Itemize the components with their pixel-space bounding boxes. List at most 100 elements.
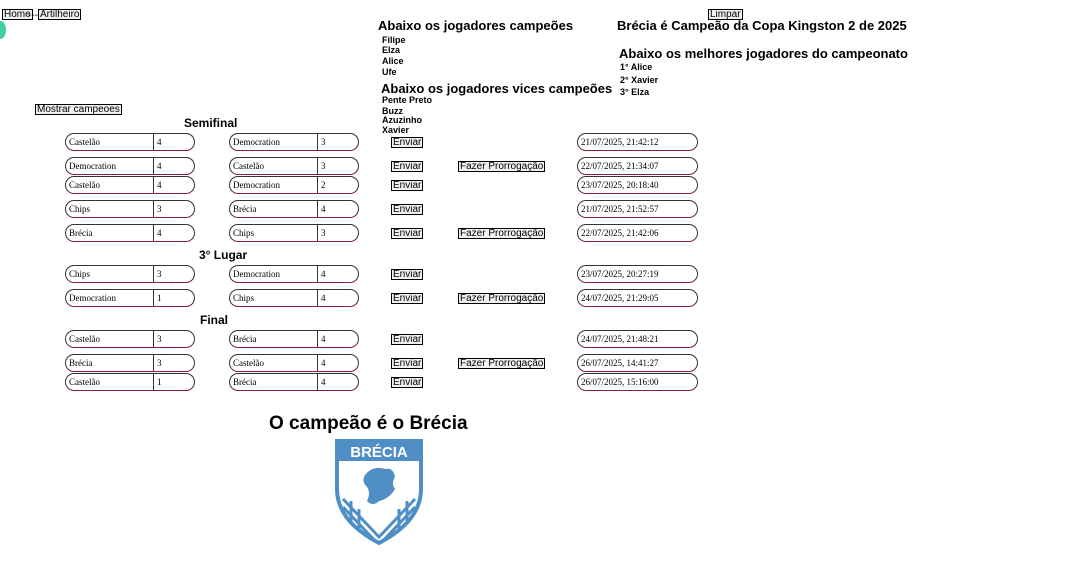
away-team-name: Castelão xyxy=(230,158,318,174)
away-team-field[interactable]: Chips 4 xyxy=(229,289,359,307)
home-team-field[interactable]: Democration 4 xyxy=(65,157,195,175)
send-button[interactable]: Enviar xyxy=(391,228,424,239)
away-team-field[interactable]: Democration 2 xyxy=(229,176,359,194)
away-score-input[interactable]: 4 xyxy=(318,290,326,306)
match-date-field[interactable]: 21/07/2025, 21:52:57 xyxy=(577,200,698,218)
home-score-input[interactable]: 1 xyxy=(154,290,162,306)
home-score-input[interactable]: 4 xyxy=(154,158,162,174)
best-player: 2° Xavier xyxy=(620,75,659,85)
home-team-name: Castelão xyxy=(66,374,154,390)
away-score-input[interactable]: 4 xyxy=(318,355,326,371)
away-team-field[interactable]: Democration 3 xyxy=(229,133,359,151)
home-score-input[interactable]: 4 xyxy=(154,134,162,150)
away-team-name: Democration xyxy=(230,266,318,282)
away-score-input[interactable]: 3 xyxy=(318,225,326,241)
match-date-field[interactable]: 26/07/2025, 15:16:00 xyxy=(577,373,698,391)
away-score-input[interactable]: 2 xyxy=(318,177,326,193)
away-team-field[interactable]: Brécia 4 xyxy=(229,200,359,218)
home-team-name: Chips xyxy=(66,201,154,217)
section-title-semifinal: Semifinal xyxy=(184,116,238,130)
away-team-name: Chips xyxy=(230,225,318,241)
home-score-input[interactable]: 3 xyxy=(154,331,162,347)
away-team-name: Chips xyxy=(230,290,318,306)
send-button[interactable]: Enviar xyxy=(391,161,424,172)
away-team-field[interactable]: Brécia 4 xyxy=(229,330,359,348)
champions-header: Abaixo os jogadores campeões xyxy=(378,18,574,33)
home-score-input[interactable]: 4 xyxy=(154,225,162,241)
home-team-field[interactable]: Castelão 4 xyxy=(65,133,195,151)
vices-header: Abaixo os jogadores vices campeões xyxy=(381,81,613,96)
home-team-field[interactable]: Castelão 1 xyxy=(65,373,195,391)
away-team-field[interactable]: Castelão 4 xyxy=(229,354,359,372)
match-date-field[interactable]: 22/07/2025, 21:34:07 xyxy=(577,157,698,175)
home-team-name: Brécia xyxy=(66,355,154,371)
away-team-field[interactable]: Democration 4 xyxy=(229,265,359,283)
home-team-name: Brécia xyxy=(66,225,154,241)
artilheiro-button[interactable]: Artilheiro xyxy=(38,9,82,20)
away-team-name: Democration xyxy=(230,134,318,150)
home-team-name: Castelão xyxy=(66,177,154,193)
match-date-field[interactable]: 24/07/2025, 21:29:05 xyxy=(577,289,698,307)
send-button[interactable]: Enviar xyxy=(391,358,424,369)
home-score-input[interactable]: 3 xyxy=(154,201,162,217)
brecia-crest-logo: BRÉCIA xyxy=(335,439,423,545)
send-button[interactable]: Enviar xyxy=(391,293,424,304)
section-title-third-place: 3° Lugar xyxy=(199,248,248,262)
away-team-name: Castelão xyxy=(230,355,318,371)
show-champions-button[interactable]: Mostrar campeoes xyxy=(35,104,122,115)
away-score-input[interactable]: 4 xyxy=(318,331,326,347)
home-team-field[interactable]: Brécia 3 xyxy=(65,354,195,372)
home-score-input[interactable]: 3 xyxy=(154,266,162,282)
match-date-field[interactable]: 22/07/2025, 21:42:06 xyxy=(577,224,698,242)
home-team-field[interactable]: Chips 3 xyxy=(65,265,195,283)
away-score-input[interactable]: 3 xyxy=(318,134,326,150)
away-team-name: Brécia xyxy=(230,201,318,217)
best-player: 1° Alice xyxy=(620,62,653,72)
send-button[interactable]: Enviar xyxy=(391,269,424,280)
home-score-input[interactable]: 1 xyxy=(154,374,162,390)
send-button[interactable]: Enviar xyxy=(391,137,424,148)
champion-player: Elza xyxy=(382,45,401,55)
match-date-field[interactable]: 23/07/2025, 20:27:19 xyxy=(577,265,698,283)
away-team-field[interactable]: Brécia 4 xyxy=(229,373,359,391)
send-button[interactable]: Enviar xyxy=(391,334,424,345)
home-team-field[interactable]: Castelão 4 xyxy=(65,176,195,194)
overtime-button[interactable]: Fazer Prorrogação xyxy=(458,228,546,239)
send-button[interactable]: Enviar xyxy=(391,180,424,191)
section-title-final: Final xyxy=(200,313,229,327)
overtime-button[interactable]: Fazer Prorrogação xyxy=(458,293,546,304)
home-team-field[interactable]: Democration 1 xyxy=(65,289,195,307)
vice-player: Pente Preto xyxy=(382,95,433,105)
away-team-name: Brécia xyxy=(230,374,318,390)
home-team-field[interactable]: Chips 3 xyxy=(65,200,195,218)
vice-player: Azuzinho xyxy=(382,115,422,125)
away-score-input[interactable]: 3 xyxy=(318,158,326,174)
overtime-button[interactable]: Fazer Prorrogação xyxy=(458,161,546,172)
home-team-name: Democration xyxy=(66,290,154,306)
match-date-field[interactable]: 21/07/2025, 21:42:12 xyxy=(577,133,698,151)
home-score-input[interactable]: 4 xyxy=(154,177,162,193)
send-button[interactable]: Enviar xyxy=(391,377,424,388)
match-date-field[interactable]: 23/07/2025, 20:18:40 xyxy=(577,176,698,194)
champion-player: Alice xyxy=(382,56,404,66)
away-score-input[interactable]: 4 xyxy=(318,374,326,390)
overtime-button[interactable]: Fazer Prorrogação xyxy=(458,358,546,369)
match-date-field[interactable]: 24/07/2025, 21:48:21 xyxy=(577,330,698,348)
away-team-field[interactable]: Chips 3 xyxy=(229,224,359,242)
champion-player: Ufe xyxy=(382,67,397,77)
home-team-field[interactable]: Brécia 4 xyxy=(65,224,195,242)
home-team-name: Castelão xyxy=(66,331,154,347)
champion-player: Filipe xyxy=(382,35,406,45)
champion-announcement: O campeão é o Brécia xyxy=(269,413,468,434)
best-players-header: Abaixo os melhores jogadores do campeona… xyxy=(619,46,908,61)
home-team-field[interactable]: Castelão 3 xyxy=(65,330,195,348)
match-date-field[interactable]: 26/07/2025, 14:41:27 xyxy=(577,354,698,372)
vice-player: Xavier xyxy=(382,125,410,135)
send-button[interactable]: Enviar xyxy=(391,204,424,215)
home-score-input[interactable]: 3 xyxy=(154,355,162,371)
away-score-input[interactable]: 4 xyxy=(318,266,326,282)
away-score-input[interactable]: 4 xyxy=(318,201,326,217)
status-dot xyxy=(0,21,6,39)
home-team-name: Castelão xyxy=(66,134,154,150)
away-team-field[interactable]: Castelão 3 xyxy=(229,157,359,175)
